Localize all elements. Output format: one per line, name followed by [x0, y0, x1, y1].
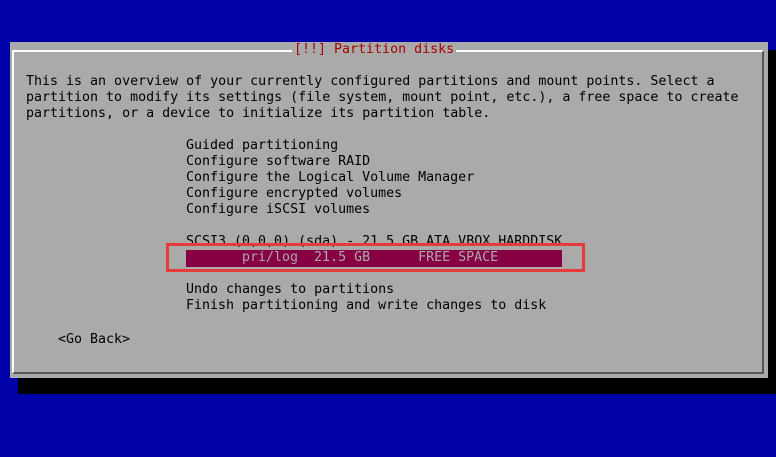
intro-line-1: This is an overview of your currently co… [26, 74, 715, 89]
menu-configure-software-raid[interactable]: Configure software RAID [186, 154, 370, 170]
go-back-button[interactable]: <Go Back> [58, 332, 130, 348]
menu-configure-encrypted-volumes[interactable]: Configure encrypted volumes [186, 186, 402, 202]
dialog-title: [!!] Partition disks [292, 42, 457, 58]
highlight-box [166, 243, 585, 272]
menu-configure-lvm[interactable]: Configure the Logical Volume Manager [186, 170, 474, 186]
menu-guided-partitioning[interactable]: Guided partitioning [186, 138, 338, 154]
intro-line-2: partition to modify its settings (file s… [26, 90, 739, 105]
menu-undo-changes[interactable]: Undo changes to partitions [186, 282, 394, 298]
partition-disks-dialog: [!!] Partition disks This is an overview… [10, 42, 768, 378]
intro-line-3: partitions, or a device to initialize it… [26, 106, 491, 121]
menu-configure-iscsi-volumes[interactable]: Configure iSCSI volumes [186, 202, 370, 218]
menu-finish-partitioning[interactable]: Finish partitioning and write changes to… [186, 298, 546, 314]
